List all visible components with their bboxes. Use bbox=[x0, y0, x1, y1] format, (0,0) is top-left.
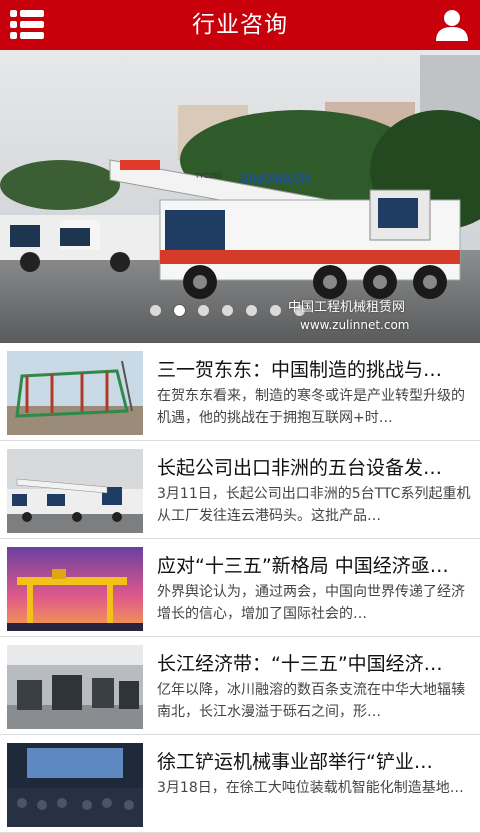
article-summary: 外界舆论认为，通过两会，中国向世界传递了经济增长的信心，增加了国际社会的… bbox=[157, 584, 465, 622]
crane-model-label: TYC25G bbox=[195, 173, 222, 180]
article-title: 长起公司出口非洲的五台设备发… bbox=[157, 457, 443, 479]
article-title: 应对“十三五”新格局 中国经济亟… bbox=[157, 555, 449, 577]
carousel-dots bbox=[150, 305, 305, 319]
article-thumbnail bbox=[7, 547, 143, 631]
carousel-dot[interactable] bbox=[222, 305, 233, 316]
banner-image: SINOMACH TYC25G bbox=[0, 50, 480, 343]
watermark-text: 中国工程机械租赁网 bbox=[288, 300, 406, 315]
list-item[interactable]: 长江经济带：“十三五”中国经济… 亿年以降，冰川融溶的数百条支流在中华大地辐辏南… bbox=[0, 637, 480, 735]
article-title: 徐工铲运机械事业部举行“铲业… bbox=[157, 751, 433, 773]
list-item[interactable]: 应对“十三五”新格局 中国经济亟… 外界舆论认为，通过两会，中国向世界传递了经济… bbox=[0, 539, 480, 637]
article-title: 三一贺东东：中国制造的挑战与… bbox=[157, 359, 443, 381]
article-list: 三一贺东东：中国制造的挑战与… 在贺东东看来，制造的寒冬或许是产业转型升级的机遇… bbox=[0, 343, 480, 833]
article-thumbnail bbox=[7, 351, 143, 435]
list-item[interactable]: 徐工铲运机械事业部举行“铲业… 3月18日，在徐工大吨位装载机智能化制造基地… bbox=[0, 735, 480, 833]
article-summary: 3月11日，长起公司出口非洲的5台TTC系列起重机从工厂发往连云港码头。这批产品… bbox=[157, 486, 471, 524]
list-item[interactable]: 三一贺东东：中国制造的挑战与… 在贺东东看来，制造的寒冬或许是产业转型升级的机遇… bbox=[0, 343, 480, 441]
banner-carousel[interactable]: SINOMACH TYC25G bbox=[0, 50, 480, 343]
watermark-url: www.zulinnet.com bbox=[300, 318, 410, 332]
article-summary: 3月18日，在徐工大吨位装载机智能化制造基地… bbox=[157, 780, 464, 796]
article-thumbnail bbox=[7, 645, 143, 729]
article-summary: 亿年以降，冰川融溶的数百条支流在中华大地辐辏南北，长江水漫溢于砾石之间，形… bbox=[157, 682, 465, 720]
article-summary: 在贺东东看来，制造的寒冬或许是产业转型升级的机遇，他的挑战在于拥抱互联网+时… bbox=[157, 388, 465, 426]
crane-brand-label: SINOMACH bbox=[240, 171, 311, 186]
article-title: 长江经济带：“十三五”中国经济… bbox=[157, 653, 443, 675]
carousel-dot[interactable] bbox=[246, 305, 257, 316]
article-thumbnail bbox=[7, 743, 143, 827]
user-icon[interactable] bbox=[434, 7, 470, 43]
list-item[interactable]: 长起公司出口非洲的五台设备发… 3月11日，长起公司出口非洲的5台TTC系列起重… bbox=[0, 441, 480, 539]
carousel-dot[interactable] bbox=[270, 305, 281, 316]
carousel-dot[interactable] bbox=[198, 305, 209, 316]
app-header: 行业咨询 bbox=[0, 0, 480, 50]
page-title: 行业咨询 bbox=[192, 12, 288, 38]
carousel-dot[interactable] bbox=[174, 305, 185, 316]
carousel-dot[interactable] bbox=[150, 305, 161, 316]
article-thumbnail bbox=[7, 449, 143, 533]
